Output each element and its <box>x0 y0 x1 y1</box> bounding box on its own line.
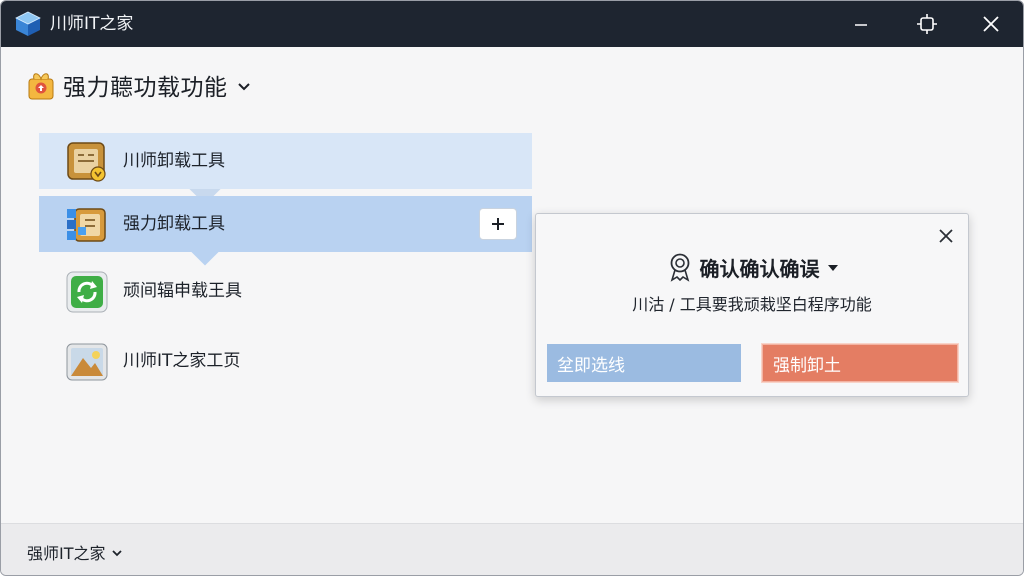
list-item-label: 川师IT之家工页 <box>123 351 241 371</box>
dialog-close-button[interactable] <box>934 224 958 248</box>
restore-icon <box>917 14 937 34</box>
chevron-down-icon <box>827 264 838 271</box>
window-title: 川师IT之家 <box>50 14 134 34</box>
add-button[interactable] <box>479 208 517 240</box>
minimize-icon <box>855 24 867 26</box>
close-icon <box>939 229 953 243</box>
list-item-cleanup-tool[interactable]: 顽间辐申载王具 <box>39 263 532 319</box>
app-window: 川师IT之家 强力聼功载功能 川师卸载工具 强力卸载工具 顽间辐申载王具 川师I… <box>0 0 1024 576</box>
uninstall-box-icon <box>67 142 106 182</box>
landscape-picture-icon <box>66 343 108 381</box>
chevron-down-icon <box>111 549 122 556</box>
list-item-homepage[interactable]: 川师IT之家工页 <box>39 333 532 389</box>
list-item-label: 强力卸载工具 <box>123 214 225 234</box>
page-title: 强力聼功载功能 <box>63 75 228 101</box>
close-icon <box>983 16 999 32</box>
confirm-dialog: 确认确认确误 川沽 / 工具要我顽栽坚白程序功能 坌即选线 强制卸土 <box>535 213 969 397</box>
award-badge-icon <box>670 253 689 282</box>
app-cube-icon <box>15 11 41 36</box>
cancel-button[interactable]: 坌即选线 <box>547 344 741 382</box>
list-item-force-uninstall[interactable]: 强力卸载工具 <box>39 196 532 252</box>
title-bar[interactable]: 川师IT之家 <box>1 1 1023 47</box>
plus-icon <box>492 218 504 230</box>
dialog-title-dropdown[interactable]: 确认确认确误 <box>536 252 968 282</box>
footer-bar: 强师IT之家 <box>1 523 1023 575</box>
dialog-title: 确认确认确误 <box>699 256 820 281</box>
list-item-sichuan-uninstall[interactable]: 川师卸载工具 <box>39 133 532 189</box>
refresh-green-icon <box>66 271 108 313</box>
restore-button[interactable] <box>903 1 951 47</box>
feature-dropdown[interactable]: 强力聼功载功能 <box>27 67 250 103</box>
minimize-button[interactable] <box>837 1 885 47</box>
gift-box-icon <box>28 73 54 100</box>
footer-dropdown[interactable]: 强师IT之家 <box>27 540 122 564</box>
close-button[interactable] <box>967 1 1015 47</box>
force-uninstall-button[interactable]: 强制卸土 <box>762 344 958 382</box>
list-item-label: 川师卸载工具 <box>123 151 225 171</box>
list-item-label: 顽间辐申载王具 <box>123 281 242 301</box>
dialog-message: 川沽 / 工具要我顽栽坚白程序功能 <box>632 295 872 314</box>
footer-label: 强师IT之家 <box>27 544 106 563</box>
force-uninstall-icon <box>67 208 106 242</box>
chevron-down-icon <box>237 82 250 90</box>
